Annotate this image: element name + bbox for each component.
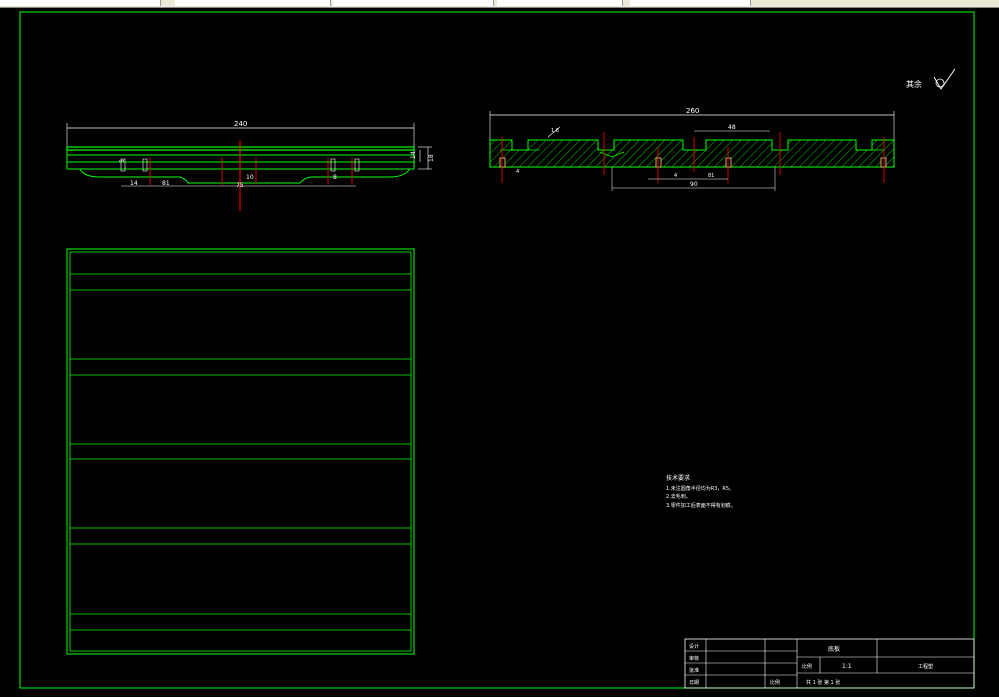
notes-line-2: 2.去毛刺。 [666,493,691,500]
title-part-name: 底板 [828,645,840,653]
front-overall-length: 240 [234,120,247,128]
front-view: 240 14 18 5 14 81 10 75 8 [66,120,435,211]
title-sheet-text: 共 1 张 第 1 张 [806,679,840,686]
notes-line-3: 3.零件加工后表面不得有划痕。 [666,502,736,509]
front-dim-b: 81 [162,180,170,187]
front-dim-c: 10 [246,174,254,181]
toolbar-field[interactable] [630,0,751,6]
section-dim-center-small: 4 [674,173,677,179]
notes-line-1: 1.未注圆角半径均为R3，R5。 [666,485,734,492]
roughness-note: 其余 [906,68,956,90]
notes-title: 技术要求 [666,474,690,482]
toolbar-field[interactable] [497,0,623,6]
section-roughness-label: 1.6 [551,128,559,134]
title-date-label: 日期 [689,680,699,686]
toolbar-field[interactable] [333,0,494,6]
technical-notes: 技术要求 1.未注圆角半径均为R3，R5。 2.去毛刺。 3.零件加工后表面不得… [666,474,736,509]
toolbar-field[interactable] [175,0,331,6]
roughness-note-label: 其余 [906,79,922,89]
section-top-dim: 48 [728,124,736,131]
front-height-step: 14 [410,151,417,159]
front-height-inner: 5 [119,159,126,163]
front-dim-a: 14 [130,180,138,187]
title-scale-label: 比例 [802,663,812,670]
parameter-table [66,248,415,655]
title-scale-value: 1:1 [842,663,852,670]
cad-drawing-canvas[interactable]: 其余 240 14 18 5 14 81 10 75 8 260 48 1.6 … [0,7,999,697]
front-height-total: 18 [428,154,435,162]
front-dim-d: 75 [236,182,244,189]
section-bottom-dim: 90 [690,181,698,188]
front-dim-e: 8 [333,174,337,181]
drawing-border [19,11,975,689]
title-approve-label: 批准 [689,667,699,674]
title-design-label: 设计 [689,643,699,650]
section-dim-center-right: 81 [708,173,714,179]
toolbar-field[interactable] [0,0,161,6]
section-hatched-body [489,139,895,168]
title-block: 设计 审核 批准 日期 比例 底板 比例 1:1 工程塑 共 1 张 第 1 张 [684,638,975,689]
section-dim-left-small: 4 [516,169,519,175]
section-overall-length: 260 [686,107,699,115]
title-material: 工程塑 [918,663,933,670]
section-view: 260 48 1.6 90 4 4 81 [489,107,895,191]
title-check-label: 审核 [689,655,699,662]
title-name-label: 比例 [770,679,780,686]
